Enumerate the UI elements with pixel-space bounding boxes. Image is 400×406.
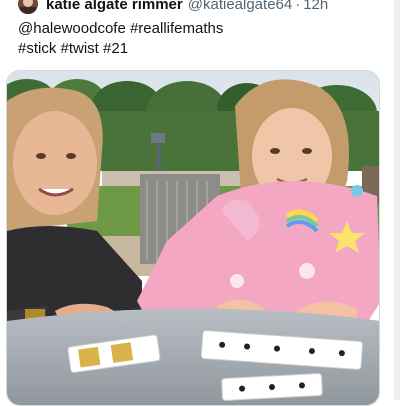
separator-dot: ·: [295, 0, 300, 13]
author-handle[interactable]: @katiealgate64: [188, 0, 292, 13]
photo-illustration: [7, 71, 380, 406]
tweet-timestamp[interactable]: 12h: [303, 0, 328, 13]
tweet-header: katie algate rimmer @katiealgate64 · 12h: [18, 0, 328, 14]
tweet-text: @halewoodcofe #reallifemaths #stick #twi…: [18, 19, 378, 59]
tweet-card[interactable]: katie algate rimmer @katiealgate64 · 12h…: [0, 0, 400, 400]
author-name[interactable]: katie algate rimmer: [46, 0, 183, 13]
author-avatar[interactable]: [18, 0, 38, 14]
page-scrollbar[interactable]: [394, 0, 400, 400]
tweet-text-line: @halewoodcofe #reallifemaths: [18, 19, 378, 39]
tweet-text-line: #stick #twist #21: [18, 39, 378, 59]
tweet-photo[interactable]: [6, 70, 380, 406]
